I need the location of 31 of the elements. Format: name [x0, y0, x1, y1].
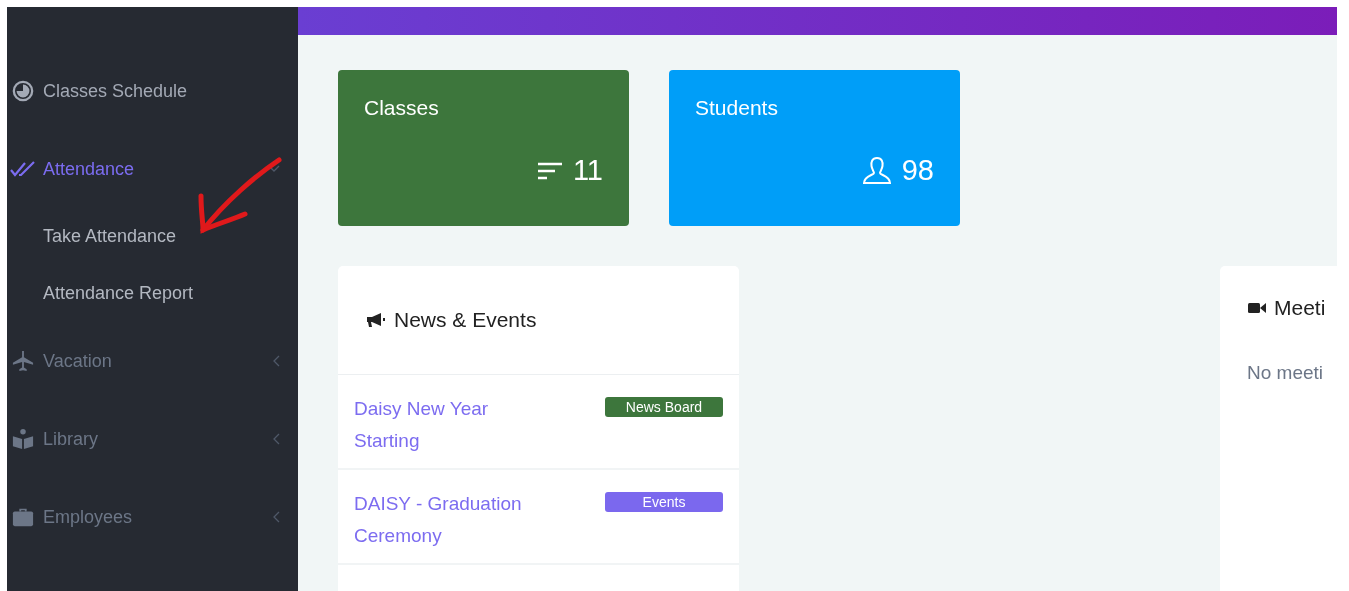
submenu-item[interactable]: Attendance Report — [7, 265, 194, 322]
submenu-item[interactable]: Take Attendance — [7, 208, 177, 265]
megaphone-icon — [366, 312, 386, 328]
chevron-down-icon — [268, 165, 280, 173]
card-value: 11 — [572, 154, 603, 187]
sidebar-item[interactable]: Classes Schedule — [7, 52, 298, 130]
sidebar-item[interactable]: Employees — [7, 478, 298, 556]
double-check-icon — [10, 160, 36, 178]
card-title: Students — [695, 96, 779, 120]
chevron-left-icon — [272, 511, 280, 523]
reader-icon — [10, 428, 36, 450]
card-title: Classes — [364, 96, 440, 120]
chevron-left-icon — [272, 433, 280, 445]
clock-icon — [10, 80, 36, 102]
sidebar-item[interactable]: Attendance — [7, 130, 298, 208]
news-link[interactable]: Daisy New Year Starting — [354, 393, 554, 457]
category-tag: Events — [605, 492, 723, 512]
news-link[interactable]: DAISY - Graduation Ceremony — [354, 488, 554, 552]
category-tag: News Board — [605, 397, 723, 417]
card-value: 98 — [901, 154, 934, 187]
airplane-icon — [10, 350, 36, 372]
sidebar-item[interactable]: Vacation — [7, 322, 298, 400]
sort-lines-icon — [536, 161, 563, 180]
chevron-left-icon — [272, 355, 280, 367]
person-icon — [861, 155, 892, 186]
panel-title: Meeti — [1274, 296, 1326, 320]
panel-title: News & Events — [394, 308, 537, 332]
empty-message: No meeti — [1247, 362, 1325, 384]
video-camera-icon — [1248, 302, 1266, 314]
briefcase-icon — [10, 506, 36, 528]
sidebar-item[interactable]: Library — [7, 400, 298, 478]
